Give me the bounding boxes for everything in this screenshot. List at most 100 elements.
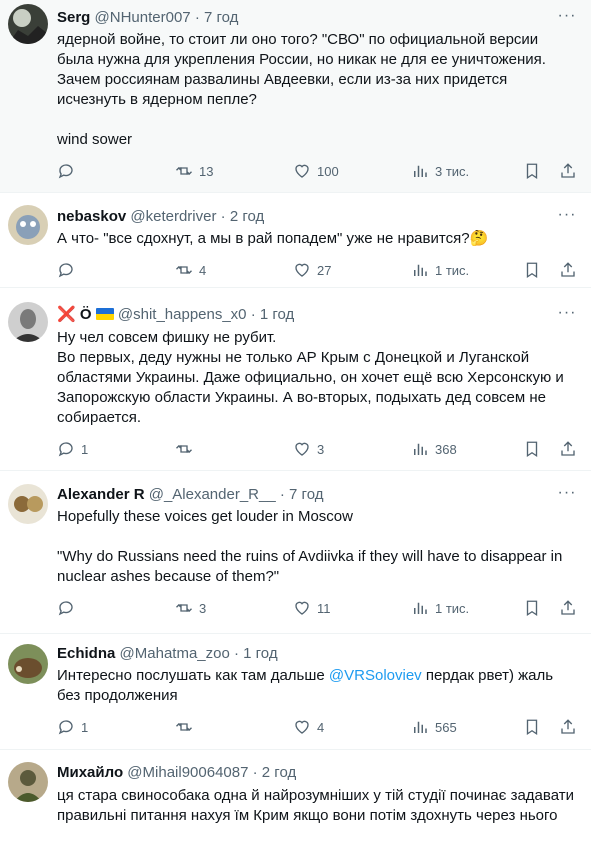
user-handle[interactable]: @NHunter007 xyxy=(95,9,191,26)
views-button[interactable]: 3 тис. xyxy=(411,162,469,182)
retweet-icon xyxy=(176,723,192,731)
views-count: 3 тис. xyxy=(435,164,470,179)
more-icon[interactable]: ··· xyxy=(557,207,577,228)
retweet-count: 4 xyxy=(199,263,207,278)
user-handle[interactable]: @Mihail90064087 xyxy=(127,764,248,781)
timestamp[interactable]: 1 год xyxy=(260,306,294,323)
avatar[interactable] xyxy=(8,484,48,524)
tweet[interactable]: Михайло @Mihail90064087 · 2 год ця стара… xyxy=(0,750,591,853)
separator-dot: · xyxy=(250,306,256,323)
views-icon xyxy=(414,165,427,177)
timestamp[interactable]: 7 год xyxy=(289,486,323,503)
bookmark-button[interactable] xyxy=(523,718,541,738)
avatar[interactable] xyxy=(8,205,48,245)
views-icon xyxy=(414,602,427,614)
like-button[interactable]: 100 xyxy=(293,162,339,182)
share-button[interactable] xyxy=(559,162,577,182)
reply-button[interactable]: 1 xyxy=(57,718,88,738)
retweet-icon xyxy=(176,167,192,175)
tweet-text: Hopefully these voices get louder in Mos… xyxy=(57,508,563,585)
views-count: 368 xyxy=(435,442,457,457)
views-button[interactable]: 1 тис. xyxy=(411,261,469,281)
views-count: 1 тис. xyxy=(435,263,470,278)
action-bar: 3 11 1 тис. xyxy=(57,599,577,619)
retweet-icon xyxy=(176,445,192,453)
tweet-header: Serg @NHunter007 · 7 год xyxy=(57,8,551,28)
name-x-emoji: ❌ xyxy=(57,306,76,323)
display-name[interactable]: Ö xyxy=(80,306,92,323)
bookmark-icon xyxy=(526,262,538,279)
display-name[interactable]: nebaskov xyxy=(57,208,126,225)
bookmark-icon xyxy=(526,719,538,736)
share-button[interactable] xyxy=(559,599,577,619)
retweet-icon xyxy=(176,604,192,612)
like-button[interactable]: 27 xyxy=(293,261,331,281)
like-icon xyxy=(295,720,309,734)
reply-button[interactable]: 1 xyxy=(57,440,88,460)
bookmark-button[interactable] xyxy=(523,261,541,281)
user-handle[interactable]: @shit_happens_x0 xyxy=(118,306,247,323)
tweet-text: ця стара свинособака одна й найрозумніши… xyxy=(57,787,579,824)
display-name[interactable]: Михайло xyxy=(57,764,123,781)
display-name[interactable]: Serg xyxy=(57,9,90,26)
tweet[interactable]: Serg @NHunter007 · 7 год ··· ядерной вой… xyxy=(0,0,591,193)
retweet-button[interactable]: 3 xyxy=(175,599,206,619)
retweet-button[interactable] xyxy=(175,718,199,738)
display-name[interactable]: Echidna xyxy=(57,645,115,662)
tweet[interactable]: ❌ Ö @shit_happens_x0 · 1 год ··· Ну чел … xyxy=(0,288,591,471)
reply-button[interactable] xyxy=(57,162,81,182)
more-icon[interactable]: ··· xyxy=(557,305,577,326)
user-handle[interactable]: @Mahatma_zoo xyxy=(120,645,230,662)
more-icon[interactable]: ··· xyxy=(557,8,577,29)
reply-button[interactable] xyxy=(57,599,81,619)
like-button[interactable]: 4 xyxy=(293,718,324,738)
bookmark-button[interactable] xyxy=(523,599,541,619)
mention-link[interactable]: @VRSoloviev xyxy=(329,667,422,684)
share-icon xyxy=(561,719,575,734)
avatar[interactable] xyxy=(8,644,48,684)
views-button[interactable]: 368 xyxy=(411,440,457,460)
views-count: 1 тис. xyxy=(435,601,470,616)
tweet[interactable]: nebaskov @keterdriver · 2 год ··· А что-… xyxy=(0,193,591,288)
user-handle[interactable]: @_Alexander_R__ xyxy=(149,486,276,503)
timestamp[interactable]: 2 год xyxy=(230,208,264,225)
retweet-button[interactable]: 13 xyxy=(175,162,213,182)
retweet-button[interactable] xyxy=(175,440,199,460)
like-button[interactable]: 3 xyxy=(293,440,324,460)
views-icon xyxy=(414,721,427,733)
tweet[interactable]: Echidna @Mahatma_zoo · 1 год Интересно п… xyxy=(0,634,591,750)
avatar[interactable] xyxy=(8,302,48,342)
timestamp[interactable]: 7 год xyxy=(204,9,238,26)
avatar[interactable] xyxy=(8,4,48,44)
action-bar: 1 4 565 xyxy=(57,718,577,738)
more-icon[interactable]: ··· xyxy=(557,485,577,506)
share-icon xyxy=(561,262,575,277)
bookmark-icon xyxy=(526,600,538,617)
retweet-button[interactable]: 4 xyxy=(175,261,206,281)
share-button[interactable] xyxy=(559,440,577,460)
timestamp[interactable]: 2 год xyxy=(262,764,296,781)
like-button[interactable]: 11 xyxy=(293,599,331,619)
views-button[interactable]: 565 xyxy=(411,718,457,738)
display-name[interactable]: Alexander R xyxy=(57,486,145,503)
views-button[interactable]: 1 тис. xyxy=(411,599,469,619)
avatar[interactable] xyxy=(8,762,48,802)
share-button[interactable] xyxy=(559,261,577,281)
tweet[interactable]: Alexander R @_Alexander_R__ · 7 год ··· … xyxy=(0,471,591,634)
timestamp[interactable]: 1 год xyxy=(243,645,277,662)
tweet-text: Ну чел совсем фишку не рубит. Во первых,… xyxy=(57,329,564,426)
like-count: 27 xyxy=(317,263,332,278)
user-handle[interactable]: @keterdriver xyxy=(130,208,216,225)
bookmark-button[interactable] xyxy=(523,162,541,182)
action-bar: 1 3 368 xyxy=(57,440,577,460)
tweet-text: Интересно послушать как там дальше @VRSo… xyxy=(57,666,577,706)
views-count: 565 xyxy=(435,720,457,735)
bookmark-icon xyxy=(526,441,538,458)
share-button[interactable] xyxy=(559,718,577,738)
reply-count: 1 xyxy=(81,720,89,735)
reply-button[interactable] xyxy=(57,261,81,281)
like-count: 11 xyxy=(317,601,331,616)
bookmark-button[interactable] xyxy=(523,440,541,460)
reply-icon xyxy=(58,720,73,735)
tweet-header: Echidna @Mahatma_zoo · 1 год xyxy=(57,644,551,664)
